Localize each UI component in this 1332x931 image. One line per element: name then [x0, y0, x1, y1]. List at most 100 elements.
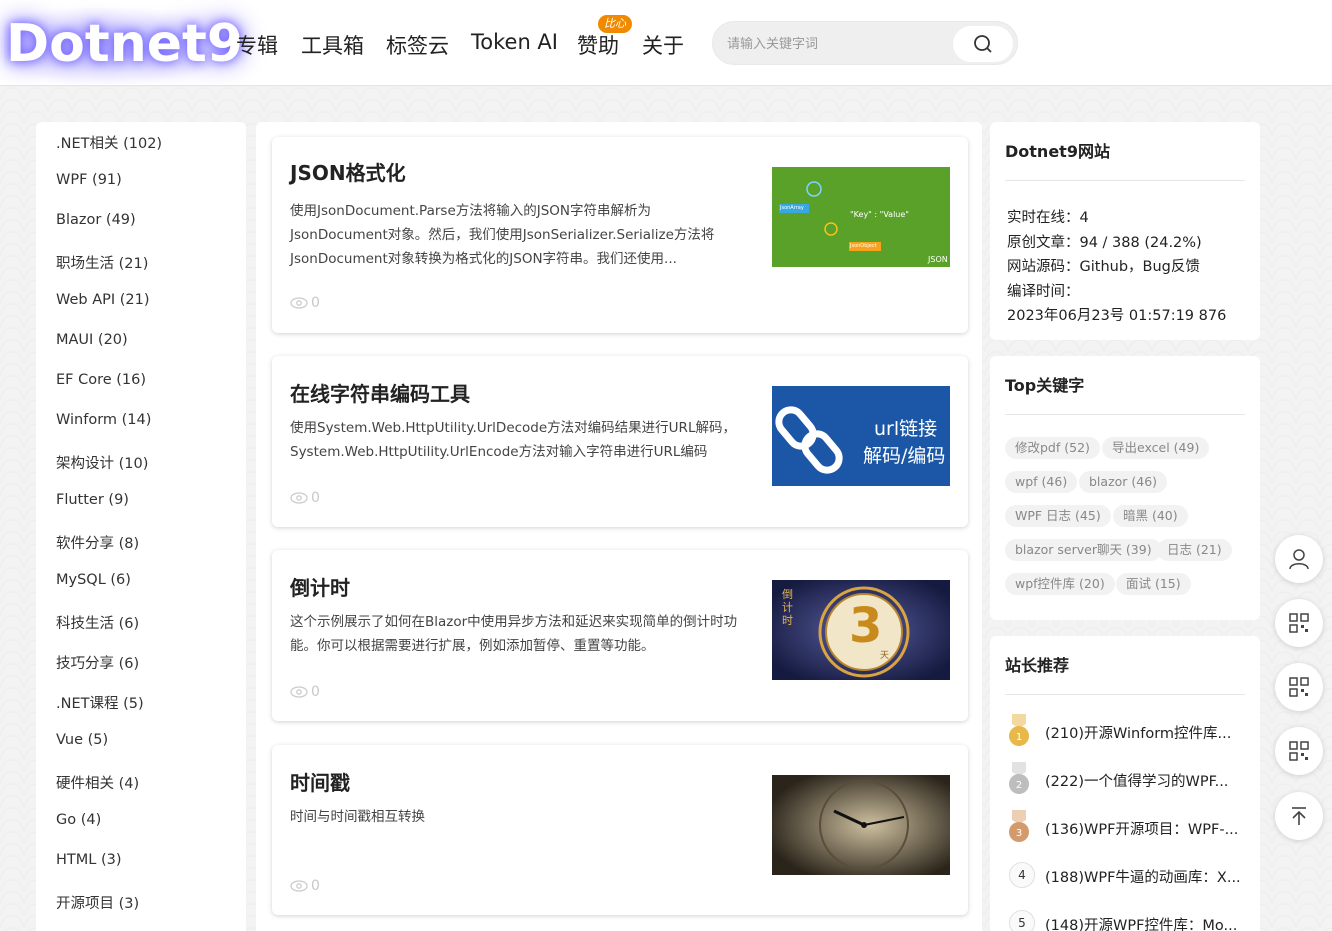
- article-title[interactable]: 时间戳: [290, 767, 350, 796]
- category-item[interactable]: MySQL (6): [56, 572, 131, 588]
- category-item[interactable]: Winform (14): [56, 412, 151, 428]
- article-title[interactable]: JSON格式化: [290, 157, 406, 186]
- recommend-item-title[interactable]: (210)开源Winform控件库...: [1045, 722, 1245, 743]
- category-item[interactable]: Flutter (9): [56, 492, 129, 508]
- qrcode-button[interactable]: [1275, 599, 1323, 647]
- online-count: 实时在线：4: [1007, 210, 1089, 226]
- compile-time-value: 2023年06月23号 01:57:19 876: [1007, 308, 1227, 324]
- keyword-tag[interactable]: WPF 日志 (45): [1005, 505, 1111, 527]
- article-summary: 使用JsonDocument.Parse方法将输入的JSON字符串解析为Json…: [290, 203, 715, 267]
- site-source-links[interactable]: 网站源码：Github，Bug反馈: [1007, 255, 1200, 276]
- keyword-tag[interactable]: blazor (46): [1079, 471, 1168, 493]
- recommend-item-title[interactable]: (188)WPF牛逼的动画库：X...: [1045, 866, 1245, 887]
- top-keywords-panel: Top关键字 修改pdf (52) 导出excel (49) wpf (46) …: [990, 356, 1260, 620]
- user-button[interactable]: [1275, 535, 1323, 583]
- category-item[interactable]: Blazor (49): [56, 212, 136, 228]
- keyword-tag[interactable]: 面试 (15): [1116, 573, 1191, 595]
- keyword-tag[interactable]: wpf控件库 (20): [1005, 573, 1115, 595]
- qrcode-button[interactable]: [1275, 663, 1323, 711]
- category-item[interactable]: MAUI (20): [56, 332, 128, 348]
- article-thumbnail[interactable]: [772, 775, 950, 875]
- category-item[interactable]: Web API (21): [56, 292, 150, 308]
- nav-item-albums[interactable]: 专辑: [236, 30, 278, 60]
- article-thumbnail[interactable]: "Key" : "Value" JsonArray JsonObject JSO…: [772, 167, 950, 267]
- article-card[interactable]: 倒计时 这个示例展示了如何在Blazor中使用异步方法和延迟来实现简单的倒计时功…: [272, 550, 968, 721]
- countdown-number: 3: [849, 598, 883, 654]
- category-item[interactable]: EF Core (16): [56, 372, 146, 388]
- article-thumbnail[interactable]: url链接 解码/编码: [772, 386, 950, 486]
- countdown-vertical-text: 倒计时: [782, 588, 793, 627]
- recommend-item-title[interactable]: (136)WPF开源项目：WPF-...: [1045, 818, 1245, 839]
- nav-item-about[interactable]: 关于: [642, 30, 684, 60]
- site-info-panel: Dotnet9网站 实时在线：4 原创文章：94 / 388 (24.2%) 网…: [990, 122, 1260, 340]
- thumb-line-2: 解码/编码: [863, 445, 946, 467]
- recommend-item[interactable]: 2 (222)一个值得学习的WPF...: [1005, 762, 1245, 798]
- category-item[interactable]: .NET相关 (102): [56, 132, 162, 153]
- category-sidebar: .NET相关 (102) WPF (91) Blazor (49) 职场生活 (…: [36, 122, 246, 931]
- view-count-value: 0: [311, 878, 320, 894]
- nav-item-tag-cloud[interactable]: 标签云: [386, 30, 449, 60]
- category-item[interactable]: 架构设计 (10): [56, 452, 148, 473]
- keyword-tag[interactable]: blazor server聊天 (39): [1005, 539, 1162, 561]
- category-item[interactable]: Go (4): [56, 812, 101, 828]
- divider: [1005, 694, 1245, 695]
- category-item[interactable]: Vue (5): [56, 732, 108, 748]
- bronze-medal-icon: 3: [1009, 810, 1029, 842]
- category-item[interactable]: .NET课程 (5): [56, 692, 144, 713]
- nav-item-token-ai[interactable]: Token AI: [471, 30, 558, 54]
- countdown-unit: 天: [880, 651, 890, 661]
- user-icon: [1289, 549, 1309, 570]
- recommend-item-title[interactable]: (148)开源WPF控件库：Mo...: [1045, 914, 1245, 931]
- view-count: 0: [290, 684, 320, 700]
- view-count: 0: [290, 295, 320, 311]
- compile-time-label: 编译时间：: [1007, 284, 1080, 300]
- category-item[interactable]: 硬件相关 (4): [56, 772, 139, 793]
- back-to-top-button[interactable]: [1275, 792, 1323, 840]
- view-count-value: 0: [311, 490, 320, 506]
- category-item[interactable]: HTML (3): [56, 852, 122, 868]
- keyword-tag[interactable]: wpf (46): [1005, 471, 1078, 493]
- nav-item-toolbox[interactable]: 工具箱: [301, 30, 364, 60]
- qrcode-icon: [1289, 613, 1309, 633]
- keyword-tag[interactable]: 暗黑 (40): [1113, 505, 1188, 527]
- category-item[interactable]: WPF (91): [56, 172, 122, 188]
- recommend-item[interactable]: 5 (148)开源WPF控件库：Mo...: [1005, 906, 1245, 931]
- article-card[interactable]: JSON格式化 使用JsonDocument.Parse方法将输入的JSON字符…: [272, 137, 968, 333]
- category-item[interactable]: 开源项目 (3): [56, 892, 139, 913]
- keyword-tag[interactable]: 导出excel (49): [1102, 437, 1210, 459]
- category-item[interactable]: 软件分享 (8): [56, 532, 139, 553]
- article-title[interactable]: 在线字符串编码工具: [290, 378, 470, 407]
- recommend-item-title[interactable]: (222)一个值得学习的WPF...: [1045, 770, 1245, 791]
- sponsor-badge: 比心: [598, 15, 632, 33]
- category-item[interactable]: 职场生活 (21): [56, 252, 148, 273]
- json-object-label: JsonObject: [850, 243, 877, 249]
- svg-text:3: 3: [1016, 828, 1022, 839]
- article-thumbnail[interactable]: 3 天 倒计时: [772, 580, 950, 680]
- recommend-item[interactable]: 1 (210)开源Winform控件库...: [1005, 714, 1245, 750]
- article-summary: 使用System.Web.HttpUtility.UrlDecode方法对编码结…: [290, 420, 736, 460]
- view-count-value: 0: [311, 684, 320, 700]
- keyword-tag[interactable]: 日志 (21): [1157, 539, 1232, 561]
- qrcode-button[interactable]: [1275, 727, 1323, 775]
- search-input[interactable]: [727, 34, 947, 54]
- article-card[interactable]: 时间戳 时间与时间戳相互转换 0: [272, 745, 968, 915]
- category-item[interactable]: 科技生活 (6): [56, 612, 139, 633]
- eye-icon: [290, 297, 308, 309]
- site-logo[interactable]: Dotnet9: [4, 8, 243, 84]
- article-title[interactable]: 倒计时: [290, 572, 350, 601]
- category-item[interactable]: 技巧分享 (6): [56, 652, 139, 673]
- recommend-item[interactable]: 3 (136)WPF开源项目：WPF-...: [1005, 810, 1245, 846]
- article-card[interactable]: 在线字符串编码工具 使用System.Web.HttpUtility.UrlDe…: [272, 356, 968, 527]
- clock-graphic: [772, 775, 950, 875]
- original-article-count: 原创文章：94 / 388 (24.2%): [1007, 235, 1202, 251]
- search-icon: [974, 35, 992, 53]
- nav-item-sponsor[interactable]: 赞助: [577, 30, 619, 60]
- qrcode-icon: [1289, 741, 1309, 761]
- search-button[interactable]: [953, 26, 1013, 62]
- json-corner-label: JSON: [928, 255, 948, 264]
- keyword-tag[interactable]: 修改pdf (52): [1005, 437, 1100, 459]
- svg-text:1: 1: [1016, 732, 1022, 743]
- eye-icon: [290, 686, 308, 698]
- recommend-item[interactable]: 4 (188)WPF牛逼的动画库：X...: [1005, 858, 1245, 894]
- json-array-label: JsonArray: [780, 205, 804, 211]
